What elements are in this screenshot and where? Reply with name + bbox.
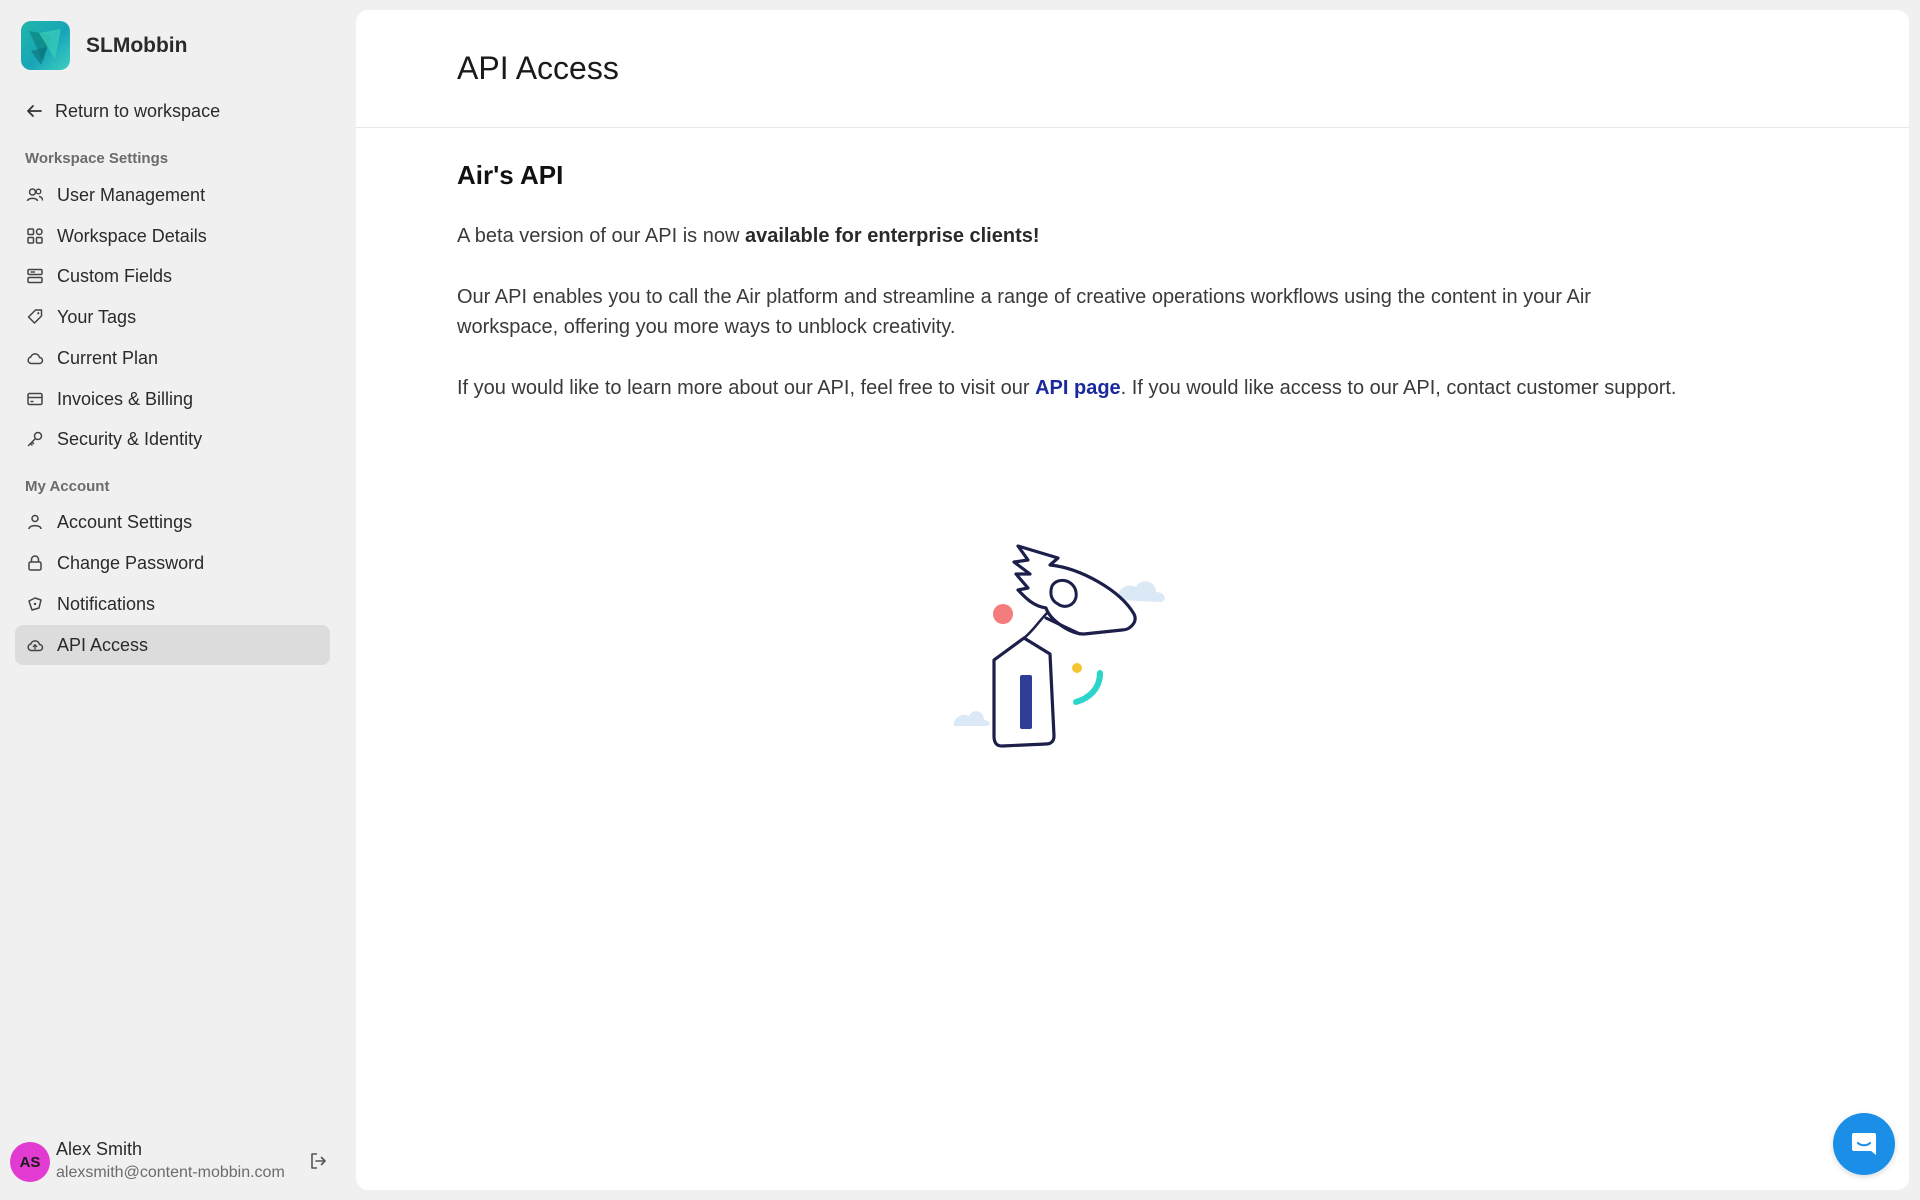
sidebar-item-api-access[interactable]: API Access [15,625,330,665]
chat-icon [1852,1133,1876,1155]
grid-icon [27,228,43,244]
sidebar-item-label: Account Settings [57,511,193,532]
sidebar-item-workspace-details[interactable]: Workspace Details [15,216,330,256]
bell-icon [28,597,42,611]
sidebar-item-change-password[interactable]: Change Password [15,543,330,583]
sidebar-item-label: User Management [57,184,206,205]
chat-launcher-button[interactable] [1833,1113,1895,1175]
main-panel: API Access Air's API A beta version of o… [356,10,1909,1190]
fields-icon [27,268,43,284]
page-header: API Access [356,10,1909,128]
return-to-workspace-label: Return to workspace [55,100,221,121]
sidebar-item-label: Custom Fields [57,265,173,286]
sidebar-item-label: Change Password [57,552,205,573]
workspace-name: SLMobbin [86,33,188,57]
api-content: Air's API A beta version of our API is n… [457,160,1687,434]
logout-icon [311,1153,326,1169]
return-to-workspace-link[interactable]: Return to workspace [25,98,220,124]
sidebar: SLMobbin Return to workspace Workspace S… [0,0,356,1200]
sidebar-item-label: Invoices & Billing [57,388,194,409]
lock-icon [28,555,42,571]
api-page-link[interactable]: API page [1035,377,1121,399]
user-profile: AS Alex Smith alexsmith@content-mobbin.c… [10,1139,340,1183]
person-icon [28,514,42,530]
tag-icon [27,309,43,324]
sidebar-item-notifications[interactable]: Notifications [15,584,330,624]
sidebar-item-label: Current Plan [57,347,159,368]
beta-text: A beta version of our API is now [457,225,745,247]
sidebar-item-label: Notifications [57,593,156,614]
contact-text-prefix: If you would like to learn more about ou… [457,377,1036,399]
workspace-logo [21,21,70,70]
sidebar-item-security-identity[interactable]: Security & Identity [15,419,330,459]
cloud-icon [27,353,44,365]
beta-highlight: available for enterprise clients! [744,225,1040,247]
description-paragraph: Our API enables you to call the Air plat… [457,286,1591,338]
users-icon [26,188,44,202]
sidebar-item-label: Your Tags [57,306,137,327]
contact-text-suffix: . If you would like access to our API, c… [1120,377,1677,399]
sidebar-item-invoices-billing[interactable]: Invoices & Billing [15,379,330,419]
key-icon [27,431,43,447]
sidebar-item-custom-fields[interactable]: Custom Fields [15,256,330,296]
sidebar-item-label: Workspace Details [57,225,207,246]
user-email: alexsmith@content-mobbin.com [56,1164,285,1181]
page-title: API Access [457,50,619,86]
logout-button[interactable] [308,1151,328,1176]
section-title: Air's API [457,160,564,190]
card-icon [27,392,43,406]
sidebar-item-user-management[interactable]: User Management [15,175,330,215]
workspace-brand[interactable]: SLMobbin [21,21,187,70]
contact-paragraph: If you would like to learn more about ou… [457,373,1687,403]
beta-paragraph: A beta version of our API is now availab… [457,221,1687,251]
avatar[interactable]: AS [10,1142,50,1182]
cloud-upload-icon [27,640,44,652]
workspace-settings-heading: Workspace Settings [25,150,169,167]
sidebar-item-your-tags[interactable]: Your Tags [15,297,330,337]
api-illustration [950,530,1186,755]
sidebar-item-label: API Access [57,634,149,655]
my-account-heading: My Account [25,478,110,495]
user-name: Alex Smith [56,1139,143,1159]
arrow-left-icon [27,105,42,117]
sidebar-item-label: Security & Identity [57,428,203,449]
sidebar-item-current-plan[interactable]: Current Plan [15,338,330,378]
sidebar-item-account-settings[interactable]: Account Settings [15,502,330,542]
